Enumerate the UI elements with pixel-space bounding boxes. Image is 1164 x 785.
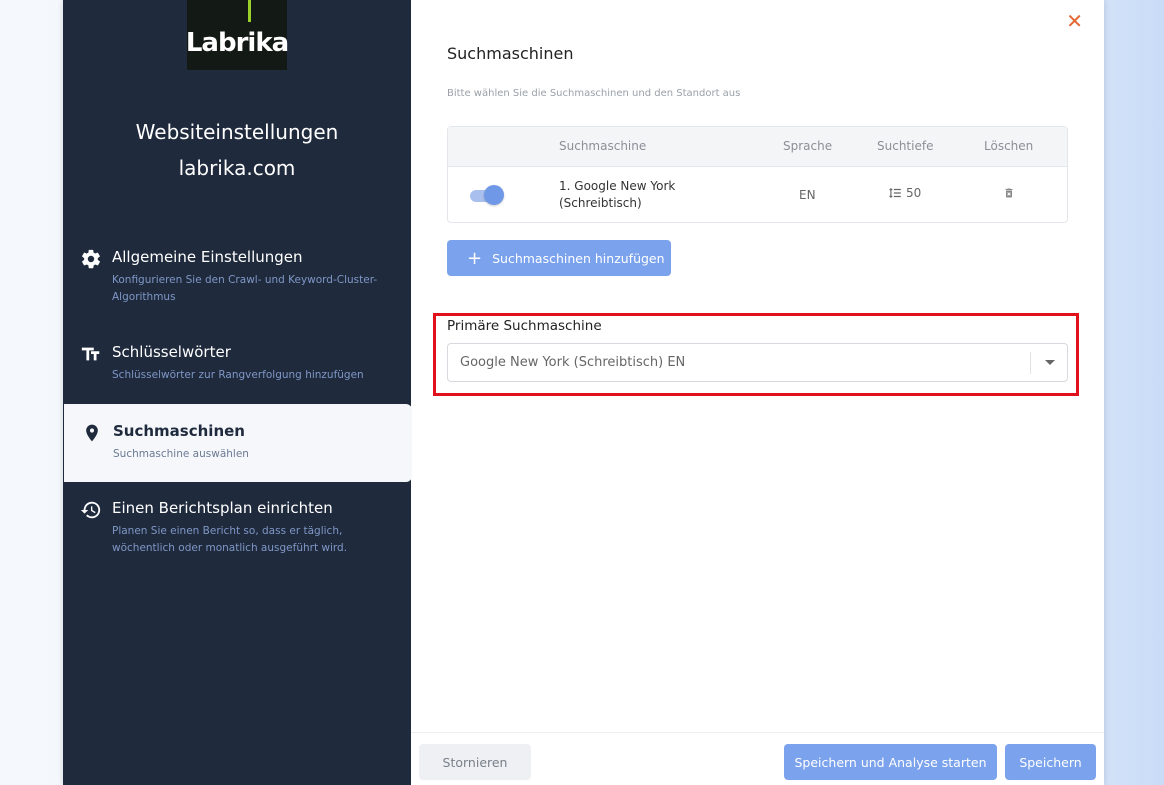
table-row: 1. Google New York (Schreibtisch) EN 50 [448, 167, 1067, 223]
primary-engine-value: Google New York (Schreibtisch) EN [460, 355, 686, 370]
sidebar-item-description: Konfigurieren Sie den Crawl- und Keyword… [112, 274, 378, 303]
logo-text: Labrika [185, 28, 289, 58]
save-button[interactable]: Speichern [1005, 744, 1096, 780]
column-header-depth: Suchtiefe [877, 139, 934, 153]
sidebar-item-label: Allgemeine Einstellungen [112, 248, 303, 266]
sidebar-item-description: Planen Sie einen Bericht so, dass er täg… [112, 525, 348, 554]
gear-icon [79, 247, 103, 271]
select-separator [1030, 352, 1031, 374]
engine-name: 1. Google New York (Schreibtisch) [559, 178, 675, 212]
line-spacing-icon [888, 186, 902, 200]
labrika-logo: Labrika [185, 0, 289, 70]
sidebar-item-general-settings[interactable]: Allgemeine Einstellungen Konfigurieren S… [63, 248, 411, 306]
sidebar-item-report-schedule[interactable]: Einen Berichtsplan einrichten Planen Sie… [63, 499, 411, 557]
settings-modal: Labrika Websiteinstellungen labrika.com … [63, 0, 1104, 785]
modal-footer: Stornieren Speichern und Analyse starten… [411, 732, 1104, 785]
text-size-icon [79, 342, 103, 366]
main-content: ✕ Suchmaschinen Bitte wählen Sie die Suc… [411, 0, 1104, 785]
sidebar-item-description: Suchmaschine auswählen [113, 448, 249, 460]
add-search-engine-button[interactable]: + Suchmaschinen hinzufügen [447, 240, 671, 276]
map-pin-icon [80, 421, 104, 445]
sidebar-item-label: Suchmaschinen [113, 422, 245, 440]
primary-engine-select[interactable]: Google New York (Schreibtisch) EN [447, 343, 1068, 382]
engine-name-line1: 1. Google New York [559, 179, 676, 193]
add-search-engine-label: Suchmaschinen hinzufügen [492, 250, 665, 266]
sidebar-item-label: Schlüsselwörter [112, 343, 231, 361]
search-engines-table: Suchmaschine Sprache Suchtiefe Löschen 1… [447, 126, 1068, 223]
sidebar: Labrika Websiteinstellungen labrika.com … [63, 0, 412, 785]
column-header-engine: Suchmaschine [559, 139, 647, 153]
sidebar-domain: labrika.com [178, 156, 296, 180]
save-and-analyze-button[interactable]: Speichern und Analyse starten [784, 744, 997, 780]
cancel-button[interactable]: Stornieren [419, 744, 531, 780]
sidebar-item-keywords[interactable]: Schlüsselwörter Schlüsselwörter zur Rang… [63, 343, 411, 384]
close-icon[interactable]: ✕ [1066, 9, 1083, 33]
delete-icon[interactable] [1003, 186, 1015, 203]
sidebar-item-search-engines[interactable]: Suchmaschinen Suchmaschine auswählen [64, 404, 412, 482]
column-header-delete: Löschen [984, 139, 1034, 153]
toggle-knob [484, 185, 504, 205]
history-clock-icon [79, 498, 103, 522]
logo-accent-bar [248, 0, 251, 22]
depth-cell[interactable]: 50 [888, 186, 921, 200]
sidebar-item-label: Einen Berichtsplan einrichten [112, 499, 333, 517]
page-title: Suchmaschinen [447, 44, 574, 63]
sidebar-title: Websiteinstellungen [135, 120, 339, 144]
column-header-language: Sprache [783, 139, 833, 153]
page-subtitle: Bitte wählen Sie die Suchmaschinen und d… [447, 88, 741, 99]
engine-language: EN [799, 188, 816, 202]
plus-icon: + [467, 247, 483, 269]
engine-enabled-toggle[interactable] [470, 185, 504, 205]
engine-depth: 50 [906, 186, 922, 200]
chevron-down-icon [1045, 360, 1055, 365]
table-header: Suchmaschine Sprache Suchtiefe Löschen [448, 127, 1067, 167]
primary-engine-label: Primäre Suchmaschine [447, 318, 602, 334]
sidebar-item-description: Schlüsselwörter zur Rangverfolgung hinzu… [112, 369, 364, 381]
engine-name-line2: (Schreibtisch) [559, 196, 642, 210]
